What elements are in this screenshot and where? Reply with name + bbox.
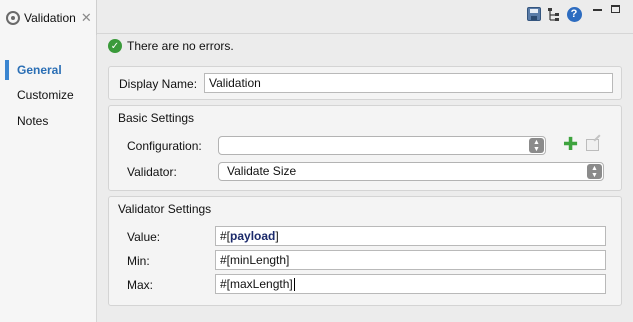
save-icon[interactable] xyxy=(526,6,542,22)
value-field[interactable]: #[payload] xyxy=(215,226,606,246)
min-field[interactable]: #[minLength] xyxy=(215,250,606,270)
value-label: Value: xyxy=(127,230,161,244)
status-text: There are no errors. xyxy=(127,39,234,53)
basic-settings-group: Basic Settings Configuration: ▲ ▼ ✚ Valid… xyxy=(108,105,622,191)
basic-settings-title: Basic Settings xyxy=(118,111,195,125)
window-controls xyxy=(593,5,620,13)
edit-configuration-icon[interactable] xyxy=(586,139,599,151)
chevron-updown-icon: ▲ ▼ xyxy=(587,164,602,179)
text-caret xyxy=(293,278,295,292)
tab-label: Validation xyxy=(24,10,76,25)
add-configuration-icon[interactable]: ✚ xyxy=(563,135,578,153)
display-name-label: Display Name: xyxy=(119,77,198,91)
nav-item-notes[interactable]: Notes xyxy=(17,114,48,128)
tree-icon[interactable] xyxy=(546,6,562,22)
max-field[interactable]: #[maxLength] xyxy=(215,274,606,294)
max-label: Max: xyxy=(127,278,154,292)
active-nav-marker xyxy=(5,60,9,80)
nav-item-customize[interactable]: Customize xyxy=(17,88,74,102)
toolbar: ? xyxy=(526,6,582,22)
status-message: ✓ There are no errors. xyxy=(108,39,234,53)
configuration-label: Configuration: xyxy=(127,139,202,153)
help-icon[interactable]: ? xyxy=(566,6,582,22)
validator-settings-title: Validator Settings xyxy=(118,202,212,216)
editor-tab-strip: Validation ✕ ? xyxy=(0,0,633,35)
chevron-updown-icon: ▲ ▼ xyxy=(529,138,544,153)
validator-settings-group: Validator Settings Value: #[payload] Min… xyxy=(108,196,622,306)
tab-validation[interactable]: Validation ✕ xyxy=(0,0,97,35)
validator-label: Validator: xyxy=(127,165,177,179)
close-icon[interactable]: ✕ xyxy=(81,11,92,24)
validator-value: Validate Size xyxy=(227,164,297,178)
validator-select[interactable]: Validate Size ▲ ▼ xyxy=(218,162,604,181)
nav-item-general[interactable]: General xyxy=(17,63,62,77)
min-label: Min: xyxy=(127,254,150,268)
maximize-icon[interactable] xyxy=(611,5,620,13)
left-nav: General Customize Notes xyxy=(0,35,97,322)
display-name-group: Display Name: Validation xyxy=(108,66,622,100)
display-name-field[interactable]: Validation xyxy=(204,73,613,93)
configuration-select[interactable]: ▲ ▼ xyxy=(218,136,546,155)
minimize-icon[interactable] xyxy=(593,9,602,11)
check-icon: ✓ xyxy=(108,39,122,53)
validation-icon xyxy=(6,10,20,25)
properties-content: ✓ There are no errors. Display Name: Val… xyxy=(98,35,633,322)
